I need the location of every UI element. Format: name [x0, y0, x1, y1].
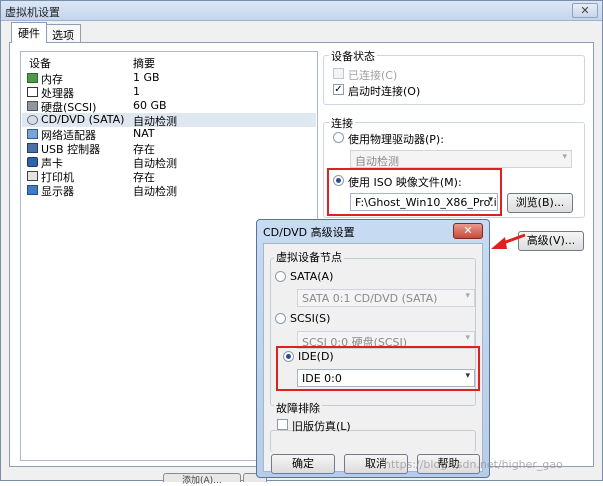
device-row-network-adapter[interactable]: 网络适配器 NAT: [22, 127, 316, 142]
tab-hardware[interactable]: 硬件: [11, 22, 47, 43]
dialog-body: 虚拟设备节点 SATA(A) SATA 0:1 CD/DVD (SATA) ▾ …: [263, 243, 483, 474]
sata-radio[interactable]: [275, 271, 286, 282]
hard-disk-icon: [27, 101, 38, 111]
connection-title: 连接: [329, 115, 355, 131]
window-titlebar: 虚拟机设置 ✕: [1, 1, 602, 21]
device-summary: 1: [133, 85, 140, 98]
virtual-device-node-title: 虚拟设备节点: [274, 249, 344, 265]
device-summary: 60 GB: [133, 99, 167, 112]
device-row-hard-disk[interactable]: 硬盘(SCSI) 60 GB: [22, 99, 316, 114]
cd-dvd-advanced-dialog: CD/DVD 高级设置 ✕ 虚拟设备节点 SATA(A) SATA 0:1 CD…: [256, 219, 490, 478]
device-summary: 自动检测: [133, 185, 177, 198]
column-header-device: 设备: [29, 57, 51, 70]
iso-highlight-box: [327, 168, 502, 216]
connect-on-power-checkbox[interactable]: ✓: [333, 84, 344, 95]
use-physical-drive-radio[interactable]: [333, 132, 344, 143]
window-title: 虚拟机设置: [5, 6, 60, 19]
ok-button[interactable]: 确定: [271, 454, 335, 474]
use-physical-drive-label: 使用物理驱动器(P):: [348, 133, 444, 146]
close-icon[interactable]: ✕: [453, 223, 483, 239]
tab-options[interactable]: 选项: [45, 24, 81, 43]
browse-button[interactable]: 浏览(B)...: [507, 193, 573, 213]
physical-drive-select[interactable]: 自动检测 ▾: [350, 150, 572, 168]
connected-checkbox[interactable]: [333, 68, 344, 79]
device-summary: NAT: [133, 127, 155, 140]
add-button-label: 添加(A)...: [182, 476, 222, 486]
annotation-arrow-icon: [491, 233, 526, 249]
legacy-emulation-label: 旧版仿真(L): [292, 420, 351, 433]
cd-dvd-icon: [27, 115, 38, 125]
scsi-label: SCSI(S): [290, 312, 331, 325]
chevron-down-icon: ▾: [465, 291, 470, 301]
scsi-radio[interactable]: [275, 313, 286, 324]
printer-icon: [27, 171, 38, 181]
memory-icon: [27, 73, 38, 83]
device-name: 显示器: [41, 185, 74, 198]
legacy-emulation-checkbox[interactable]: [277, 419, 288, 430]
ide-highlight-box: [276, 346, 480, 391]
column-header-summary: 摘要: [133, 57, 155, 70]
dialog-titlebar: CD/DVD 高级设置 ✕: [257, 220, 489, 242]
device-name: CD/DVD (SATA): [41, 113, 125, 126]
sata-node-select[interactable]: SATA 0:1 CD/DVD (SATA) ▾: [297, 289, 475, 307]
connect-on-power-label: 启动时连接(O): [348, 85, 421, 98]
watermark-text: https://blog.csdn.net/higher_gao: [384, 458, 563, 471]
advanced-button[interactable]: 高级(V)...: [518, 231, 584, 251]
troubleshooting-title: 故障排除: [274, 400, 322, 416]
monitor-icon: [27, 185, 38, 195]
usb-icon: [27, 143, 38, 153]
dialog-title: CD/DVD 高级设置: [263, 226, 355, 239]
close-icon[interactable]: ✕: [572, 3, 598, 18]
sata-node-value: SATA 0:1 CD/DVD (SATA): [302, 292, 438, 305]
device-row-sound-card[interactable]: 声卡 自动检测: [22, 155, 316, 170]
processor-icon: [27, 87, 38, 97]
device-row-printer[interactable]: 打印机 存在: [22, 169, 316, 184]
sata-label: SATA(A): [290, 270, 334, 283]
device-row-cd-dvd[interactable]: CD/DVD (SATA) 自动检测: [22, 113, 316, 128]
device-row-processor[interactable]: 处理器 1: [22, 85, 316, 100]
chevron-down-icon: ▾: [562, 152, 567, 162]
device-row-display[interactable]: 显示器 自动检测: [22, 183, 316, 198]
connected-label: 已连接(C): [348, 69, 398, 82]
device-row-memory[interactable]: 内存 1 GB: [22, 71, 316, 86]
device-status-title: 设备状态: [329, 48, 377, 64]
chevron-down-icon: ▾: [465, 333, 470, 343]
device-summary: 1 GB: [133, 71, 160, 84]
device-row-usb-controller[interactable]: USB 控制器 存在: [22, 141, 316, 156]
speaker-icon: [27, 157, 38, 167]
network-adapter-icon: [27, 129, 38, 139]
physical-drive-value: 自动检测: [355, 155, 399, 168]
